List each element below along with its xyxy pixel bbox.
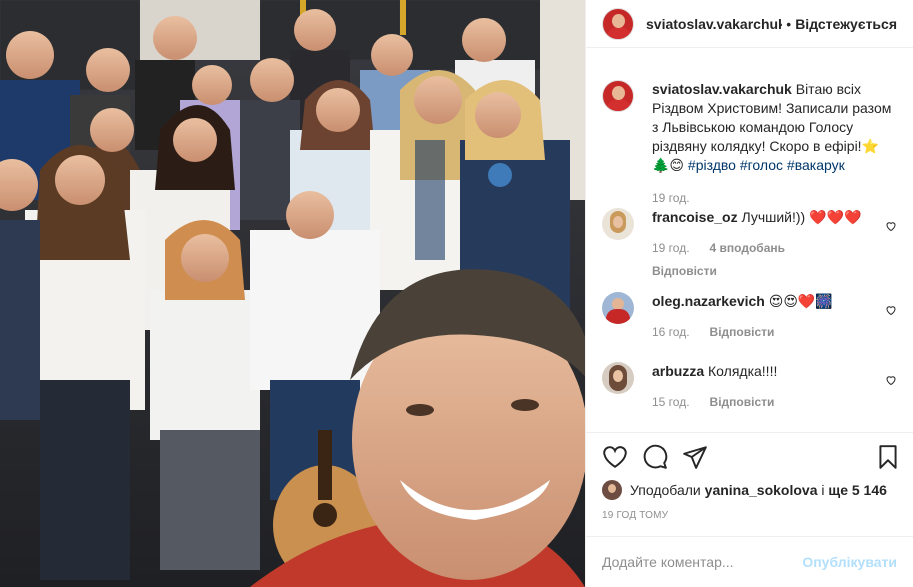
comment-body: oleg.nazarkevich 😍😍❤️🎆 16 год. Відповіст… — [652, 292, 833, 342]
likes-middle: і — [821, 482, 825, 498]
avatar-face — [612, 13, 625, 28]
add-comment-bar: Опублікувати — [586, 536, 913, 587]
comment-meta: 15 год. Відповісти — [652, 393, 777, 412]
comment-input[interactable] — [602, 554, 803, 570]
comment-time: 16 год. — [652, 325, 690, 339]
heart-outline-icon[interactable] — [602, 444, 628, 470]
comment-row: arbuzza Колядка!!!! 15 год. Відповісти — [602, 362, 897, 412]
comment-username[interactable]: francoise_oz — [652, 209, 738, 225]
action-bar — [586, 432, 913, 482]
comment-time: 19 год. — [652, 241, 690, 255]
likes-count[interactable]: ще 5 146 — [828, 482, 887, 498]
post-header: sviatoslav.vakarchuk • Відстежується — [586, 0, 913, 48]
avatar-face — [612, 86, 625, 100]
publish-button[interactable]: Опублікувати — [802, 554, 897, 570]
avatar-shirt — [606, 309, 630, 324]
comment-username[interactable]: arbuzza — [652, 363, 704, 379]
commenter-avatar[interactable] — [602, 362, 634, 394]
caption-row: sviatoslav.vakarchuk Вітаю всіх Різдвом … — [602, 80, 897, 208]
comment-username[interactable]: oleg.nazarkevich — [652, 293, 765, 309]
author-username[interactable]: sviatoslav.vakarchuk — [646, 16, 782, 32]
comment-row: francoise_oz Лучший!)) ❤️❤️❤️ 19 год. 4 … — [602, 208, 897, 281]
likes-prefix: Уподобали — [630, 482, 701, 498]
following-button[interactable]: Відстежується — [795, 16, 897, 32]
caption-avatar[interactable] — [602, 80, 634, 112]
caption-username[interactable]: sviatoslav.vakarchuk — [652, 81, 792, 97]
comment-meta: 16 год. Відповісти — [652, 323, 833, 342]
comment-text: Колядка!!!! — [708, 363, 778, 379]
liker-username[interactable]: yanina_sokolova — [705, 482, 818, 498]
paper-plane-icon[interactable] — [682, 444, 708, 470]
liker-avatar[interactable] — [602, 480, 622, 500]
header-separator: • — [786, 15, 792, 32]
caption-body: sviatoslav.vakarchuk Вітаю всіх Різдвом … — [652, 80, 892, 208]
likes-summary[interactable]: Уподобали yanina_sokolova і ще 5 146 — [602, 478, 897, 502]
comment-emoji: ❤️❤️❤️ — [809, 209, 862, 225]
comment-like-heart-icon[interactable] — [885, 220, 897, 232]
avatar-shirt — [606, 26, 632, 39]
comment-time: 15 год. — [652, 395, 690, 409]
avatar-face — [613, 216, 623, 228]
comment-emoji: 😍😍❤️🎆 — [768, 293, 833, 309]
caption-time: 19 год. — [652, 191, 690, 205]
comment-likes-count[interactable]: 4 вподобань — [710, 239, 785, 258]
comment-body: francoise_oz Лучший!)) ❤️❤️❤️ 19 год. 4 … — [652, 208, 861, 281]
hashtag-vakaruk[interactable]: #вакарук — [787, 157, 845, 173]
reply-button[interactable]: Відповісти — [710, 323, 775, 342]
comment-text: Лучший!)) — [741, 209, 806, 225]
avatar-shirt — [606, 99, 632, 111]
post-time-ago: 19 год тому — [602, 510, 669, 521]
post-photo[interactable] — [0, 0, 585, 587]
comment-like-heart-icon[interactable] — [885, 304, 897, 316]
comment-body: arbuzza Колядка!!!! 15 год. Відповісти — [652, 362, 777, 412]
author-avatar[interactable] — [602, 7, 634, 40]
commenter-avatar[interactable] — [602, 292, 634, 324]
reply-button[interactable]: Відповісти — [652, 262, 861, 281]
comment-meta: 19 год. 4 вподобань — [652, 239, 861, 258]
reply-button[interactable]: Відповісти — [710, 393, 775, 412]
post-sidebar: sviatoslav.vakarchuk • Відстежується svi… — [585, 0, 913, 587]
comment-bubble-icon[interactable] — [642, 444, 668, 470]
comments-list[interactable]: sviatoslav.vakarchuk Вітаю всіх Різдвом … — [586, 60, 913, 432]
comment-like-heart-icon[interactable] — [885, 374, 897, 386]
commenter-avatar[interactable] — [602, 208, 634, 240]
bookmark-icon[interactable] — [875, 444, 901, 470]
group-selfie-image — [0, 0, 585, 587]
hashtag-rizdvo[interactable]: #різдво — [688, 157, 736, 173]
hashtag-holos[interactable]: #голос — [740, 157, 783, 173]
avatar-face — [608, 484, 616, 493]
avatar-face — [613, 370, 623, 382]
comment-row: oleg.nazarkevich 😍😍❤️🎆 16 год. Відповіст… — [602, 292, 897, 342]
instagram-post: sviatoslav.vakarchuk • Відстежується svi… — [0, 0, 913, 587]
